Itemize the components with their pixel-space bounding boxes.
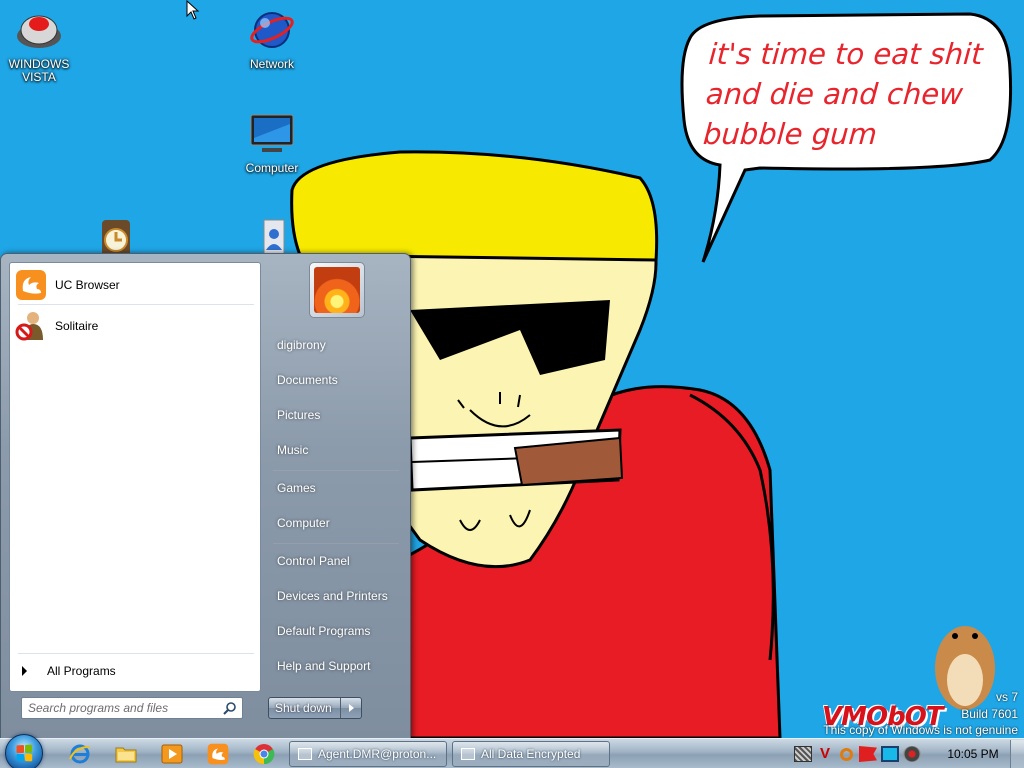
watermark-line2: Build 7601: [961, 707, 1018, 721]
speech-bubble-text: it's time to eat shit and die and chew b…: [702, 37, 984, 151]
desktop-icon-label: WINDOWS VISTA: [8, 57, 70, 84]
all-programs-separator: [18, 653, 254, 654]
window-icon: [298, 748, 312, 760]
right-arrow-icon: [22, 666, 27, 676]
tray-grid-icon[interactable]: [794, 746, 812, 762]
taskbar-pin-explorer[interactable]: [108, 742, 144, 766]
right-separator: [273, 470, 399, 471]
desktop-icon-label: Computer: [245, 161, 299, 175]
right-arrow-icon: [348, 704, 354, 712]
start-menu: UC Browser Solitaire All Programs digibr…: [0, 253, 411, 740]
desktop-icon-windows-vista[interactable]: WINDOWS VISTA: [1, 6, 77, 84]
tray-v-icon[interactable]: V: [816, 746, 834, 762]
start-item-pictures[interactable]: Pictures: [267, 399, 405, 431]
desktop-icon-clock[interactable]: [78, 216, 154, 254]
taskbar-window-all-data-encrypted[interactable]: All Data Encrypted: [452, 741, 610, 767]
contacts-icon: [248, 216, 296, 254]
taskbar-pin-ie[interactable]: [62, 742, 98, 766]
watermark-line3: This copy of Windows is not genuine: [823, 723, 1018, 737]
start-menu-programs-pane: UC Browser Solitaire All Programs: [9, 262, 261, 692]
desktop-icon-label: Network: [249, 57, 294, 71]
chrome-icon: [253, 744, 275, 765]
desktop-icon-computer[interactable]: Computer: [234, 110, 310, 175]
start-button[interactable]: [5, 734, 43, 768]
ie-icon: [69, 744, 90, 764]
start-item-default-programs[interactable]: Default Programs: [267, 615, 405, 647]
taskbar-pin-chrome[interactable]: [246, 742, 282, 766]
windows-logo-icon: [16, 744, 33, 762]
mouse-cursor: [186, 0, 200, 20]
start-item-control-panel[interactable]: Control Panel: [267, 545, 405, 577]
start-item-documents[interactable]: Documents: [267, 364, 405, 396]
taskbar-window-label: Agent.DMR@proton...: [318, 747, 437, 761]
start-search-box[interactable]: [21, 697, 243, 719]
pinned-separator: [18, 304, 254, 305]
shutdown-button-group: Shut down: [268, 697, 362, 719]
globe-icon: [248, 6, 296, 54]
flower-avatar-icon: [314, 267, 360, 313]
program-solitaire[interactable]: Solitaire: [13, 307, 257, 345]
start-item-music[interactable]: Music: [267, 434, 405, 466]
watermark-line1: vs 7: [995, 690, 1018, 704]
explorer-icon: [115, 747, 137, 763]
start-item-digibrony[interactable]: digibrony: [267, 329, 405, 361]
monitor-icon: [248, 110, 296, 158]
tray-monitor-icon[interactable]: [881, 746, 899, 762]
program-label: Solitaire: [55, 319, 99, 333]
start-item-games[interactable]: Games: [267, 472, 405, 504]
desktop-icon-network[interactable]: Network: [234, 6, 310, 71]
user-picture[interactable]: [309, 262, 365, 318]
start-item-help-support[interactable]: Help and Support: [267, 650, 405, 682]
media-player-icon: [161, 744, 183, 764]
uc-browser-icon: [207, 743, 229, 765]
uc-browser-icon: [15, 269, 47, 301]
dome-icon: [15, 6, 63, 54]
start-item-computer[interactable]: Computer: [267, 507, 405, 539]
all-programs-label: All Programs: [47, 664, 116, 678]
solitaire-icon: [15, 310, 47, 342]
start-item-devices-printers[interactable]: Devices and Printers: [267, 580, 405, 612]
desktop-icon-contacts[interactable]: [234, 216, 310, 254]
tray-flag-icon[interactable]: [859, 746, 877, 762]
taskbar-window-agent-dmr[interactable]: Agent.DMR@proton...: [289, 741, 447, 767]
program-label: UC Browser: [55, 278, 120, 292]
shutdown-button[interactable]: Shut down: [269, 698, 341, 718]
search-input[interactable]: [28, 701, 223, 715]
taskbar-clock[interactable]: 10:05 PM: [940, 739, 1006, 768]
search-icon[interactable]: [223, 701, 237, 715]
notification-area: V: [788, 739, 938, 768]
taskbar-pin-media-player[interactable]: [154, 742, 190, 766]
tray-search-icon[interactable]: [840, 747, 853, 761]
taskbar-window-label: All Data Encrypted: [481, 747, 581, 761]
shutdown-options-button[interactable]: [341, 698, 361, 718]
all-programs-button[interactable]: All Programs: [20, 659, 256, 683]
tray-speaker-icon[interactable]: [903, 746, 921, 762]
program-uc-browser[interactable]: UC Browser: [13, 266, 257, 304]
taskbar: Agent.DMR@proton... All Data Encrypted V…: [0, 734, 1024, 768]
show-desktop-button[interactable]: [1010, 740, 1024, 768]
right-separator: [273, 543, 399, 544]
taskbar-pin-uc-browser[interactable]: [200, 742, 236, 766]
clock-icon: [92, 216, 140, 254]
window-icon: [461, 748, 475, 760]
